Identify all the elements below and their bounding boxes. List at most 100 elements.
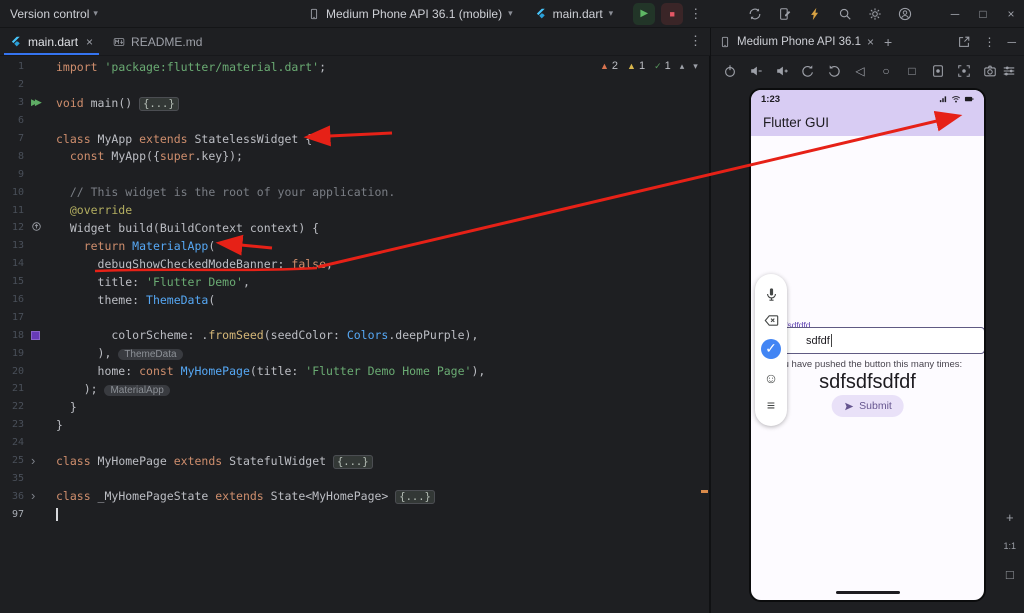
record-icon[interactable] [929, 64, 947, 78]
home-icon[interactable]: ○ [877, 64, 895, 78]
rotate-right-icon[interactable] [825, 64, 843, 78]
folded-code-chip[interactable]: {...} [332, 454, 373, 469]
stop-button[interactable]: ■ [661, 2, 684, 25]
code-text: theme: ThemeData( [56, 292, 216, 307]
fold-icon[interactable]: › [31, 489, 35, 502]
next-inspection-button[interactable]: ▾ [693, 61, 698, 72]
smiley-icon[interactable]: ☺ [764, 370, 778, 386]
code-line[interactable]: 7 class MyApp extends StatelessWidget { [0, 130, 709, 148]
markdown-icon [113, 36, 125, 48]
code-line[interactable]: 97 [0, 505, 709, 523]
device-tab[interactable]: Medium Phone API 36.1 × [719, 35, 874, 49]
camera-icon[interactable] [981, 64, 999, 78]
menu-icon[interactable]: ≡ [767, 397, 775, 413]
code-editor[interactable]: 1 import 'package:flutter/material.dart';… [0, 56, 710, 613]
close-icon[interactable]: × [867, 35, 874, 49]
volume-down-icon[interactable] [747, 64, 765, 78]
code-line[interactable]: 17 [0, 308, 709, 326]
code-line[interactable]: 36 › class _MyHomePageState extends State<… [0, 487, 709, 505]
device-selector[interactable]: Medium Phone API 36.1 (mobile) [326, 7, 502, 21]
code-line[interactable]: 19 ), ThemeData [0, 344, 709, 362]
hide-icon[interactable]: ─ [1007, 35, 1016, 49]
bolt-icon[interactable] [808, 7, 822, 21]
mic-icon[interactable] [764, 287, 779, 302]
zoom-fit-label[interactable]: 1:1 [1003, 541, 1016, 551]
code-line[interactable]: 20 home: const MyHomePage(title: 'Flutte… [0, 362, 709, 380]
power-icon[interactable] [721, 64, 739, 78]
code-line[interactable]: 8 const MyApp({super.key}); [0, 147, 709, 165]
error-badge[interactable]: ▲ 2 [600, 60, 618, 72]
zoom-reset-button[interactable]: □ [1006, 567, 1014, 582]
device-edit-icon[interactable] [778, 7, 792, 21]
close-icon[interactable]: × [1004, 7, 1018, 21]
line-number: 36 [11, 490, 24, 502]
fold-icon[interactable]: › [31, 454, 35, 467]
open-window-icon[interactable] [957, 35, 971, 49]
maximize-icon[interactable]: □ [976, 7, 990, 21]
minimize-icon[interactable]: ─ [948, 7, 962, 21]
emulator-screen[interactable]: 1:23 Flutter GUI sdfsdfdfd sdfdf ✓ ☺ ≡ You… [749, 88, 986, 602]
code-line[interactable]: 9 [0, 165, 709, 183]
prev-inspection-button[interactable]: ▴ [680, 61, 685, 72]
override-icon[interactable] [31, 221, 42, 235]
text-input-field[interactable]: sdfdf [765, 327, 984, 354]
line-number: 21 [11, 383, 24, 395]
main-toolbar: Version control ▾ Medium Phone API 36.1 … [0, 0, 1024, 28]
warning-badge[interactable]: ▲ 1 [627, 60, 645, 72]
code-line[interactable]: 15 title: 'Flutter Demo', [0, 273, 709, 291]
screenshot-icon[interactable] [955, 64, 973, 78]
more-vert-icon[interactable]: ⋮ [689, 6, 702, 22]
avatar-icon[interactable] [898, 7, 912, 21]
run-button[interactable]: ▶ [633, 2, 656, 25]
version-control-widget[interactable]: Version control ▾ [10, 7, 98, 21]
passed-badge[interactable]: ✓ 1 [654, 60, 671, 72]
sync-icon[interactable] [748, 7, 762, 21]
code-line[interactable]: 11 @override [0, 201, 709, 219]
code-line[interactable]: 3 ▶▶ void main() {...} [0, 94, 709, 112]
submit-button-label: Submit [859, 400, 892, 412]
submit-button[interactable]: Submit [831, 395, 904, 417]
run-config-selector[interactable]: main.dart [553, 7, 603, 21]
code-line[interactable]: 16 theme: ThemeData( [0, 291, 709, 309]
code-line[interactable]: 23} [0, 416, 709, 434]
folded-code-chip[interactable]: {...} [395, 490, 435, 505]
gesture-navigation-bar[interactable] [835, 591, 900, 594]
device-status-bar: 1:23 [751, 90, 984, 108]
code-line[interactable]: 12 Widget build(BuildContext context) { [0, 219, 709, 237]
code-line[interactable]: 35 [0, 469, 709, 487]
code-line[interactable]: 2 [0, 76, 709, 94]
code-line[interactable]: 6 [0, 112, 709, 130]
code-line[interactable]: 24 [0, 434, 709, 452]
color-swatch[interactable] [31, 330, 40, 340]
volume-up-icon[interactable] [773, 64, 791, 78]
code-line[interactable]: 10 // This widget is the root of your ap… [0, 183, 709, 201]
run-icon[interactable]: ▶▶ [31, 97, 42, 108]
text-field-value: sdfdf [806, 334, 830, 347]
back-icon[interactable]: ◁ [851, 64, 869, 78]
code-line[interactable]: 14 debugShowCheckedModeBanner: false, [0, 255, 709, 273]
code-line[interactable]: 25 › class MyHomePage extends StatefulWidg… [0, 452, 709, 470]
editor-tabs-more-icon[interactable]: ⋮ [689, 33, 702, 49]
zoom-in-button[interactable]: + [1006, 510, 1014, 525]
check-icon[interactable]: ✓ [761, 338, 781, 359]
chevron-down-icon: ▾ [508, 8, 513, 18]
sliders-icon[interactable] [1000, 64, 1018, 78]
code-line[interactable]: 21 ); MaterialApp [0, 380, 709, 398]
folded-code-chip[interactable]: {...} [139, 96, 179, 111]
overview-icon[interactable]: □ [903, 64, 921, 78]
settings-icon[interactable] [868, 7, 882, 21]
editor-tab-main-dart[interactable]: main.dart × [0, 28, 103, 55]
add-device-tab-button[interactable]: + [884, 34, 892, 50]
code-line[interactable]: 13 return MaterialApp( [0, 237, 709, 255]
code-line[interactable]: 22 } [0, 398, 709, 416]
close-icon[interactable]: × [86, 35, 93, 49]
inspections-widget[interactable]: ▲ 2 ▲ 1 ✓ 1 ▴ ▾ [600, 60, 698, 72]
search-icon[interactable] [838, 7, 852, 21]
phone-icon [719, 36, 731, 48]
editor-tab-readme-md[interactable]: README.md [103, 28, 212, 55]
backspace-icon[interactable] [764, 313, 779, 328]
line-number: 15 [11, 276, 24, 288]
code-line[interactable]: 18 colorScheme: .fromSeed(seedColor: Col… [0, 326, 709, 344]
rotate-left-icon[interactable] [799, 64, 817, 78]
more-vert-icon[interactable]: ⋮ [983, 35, 995, 49]
